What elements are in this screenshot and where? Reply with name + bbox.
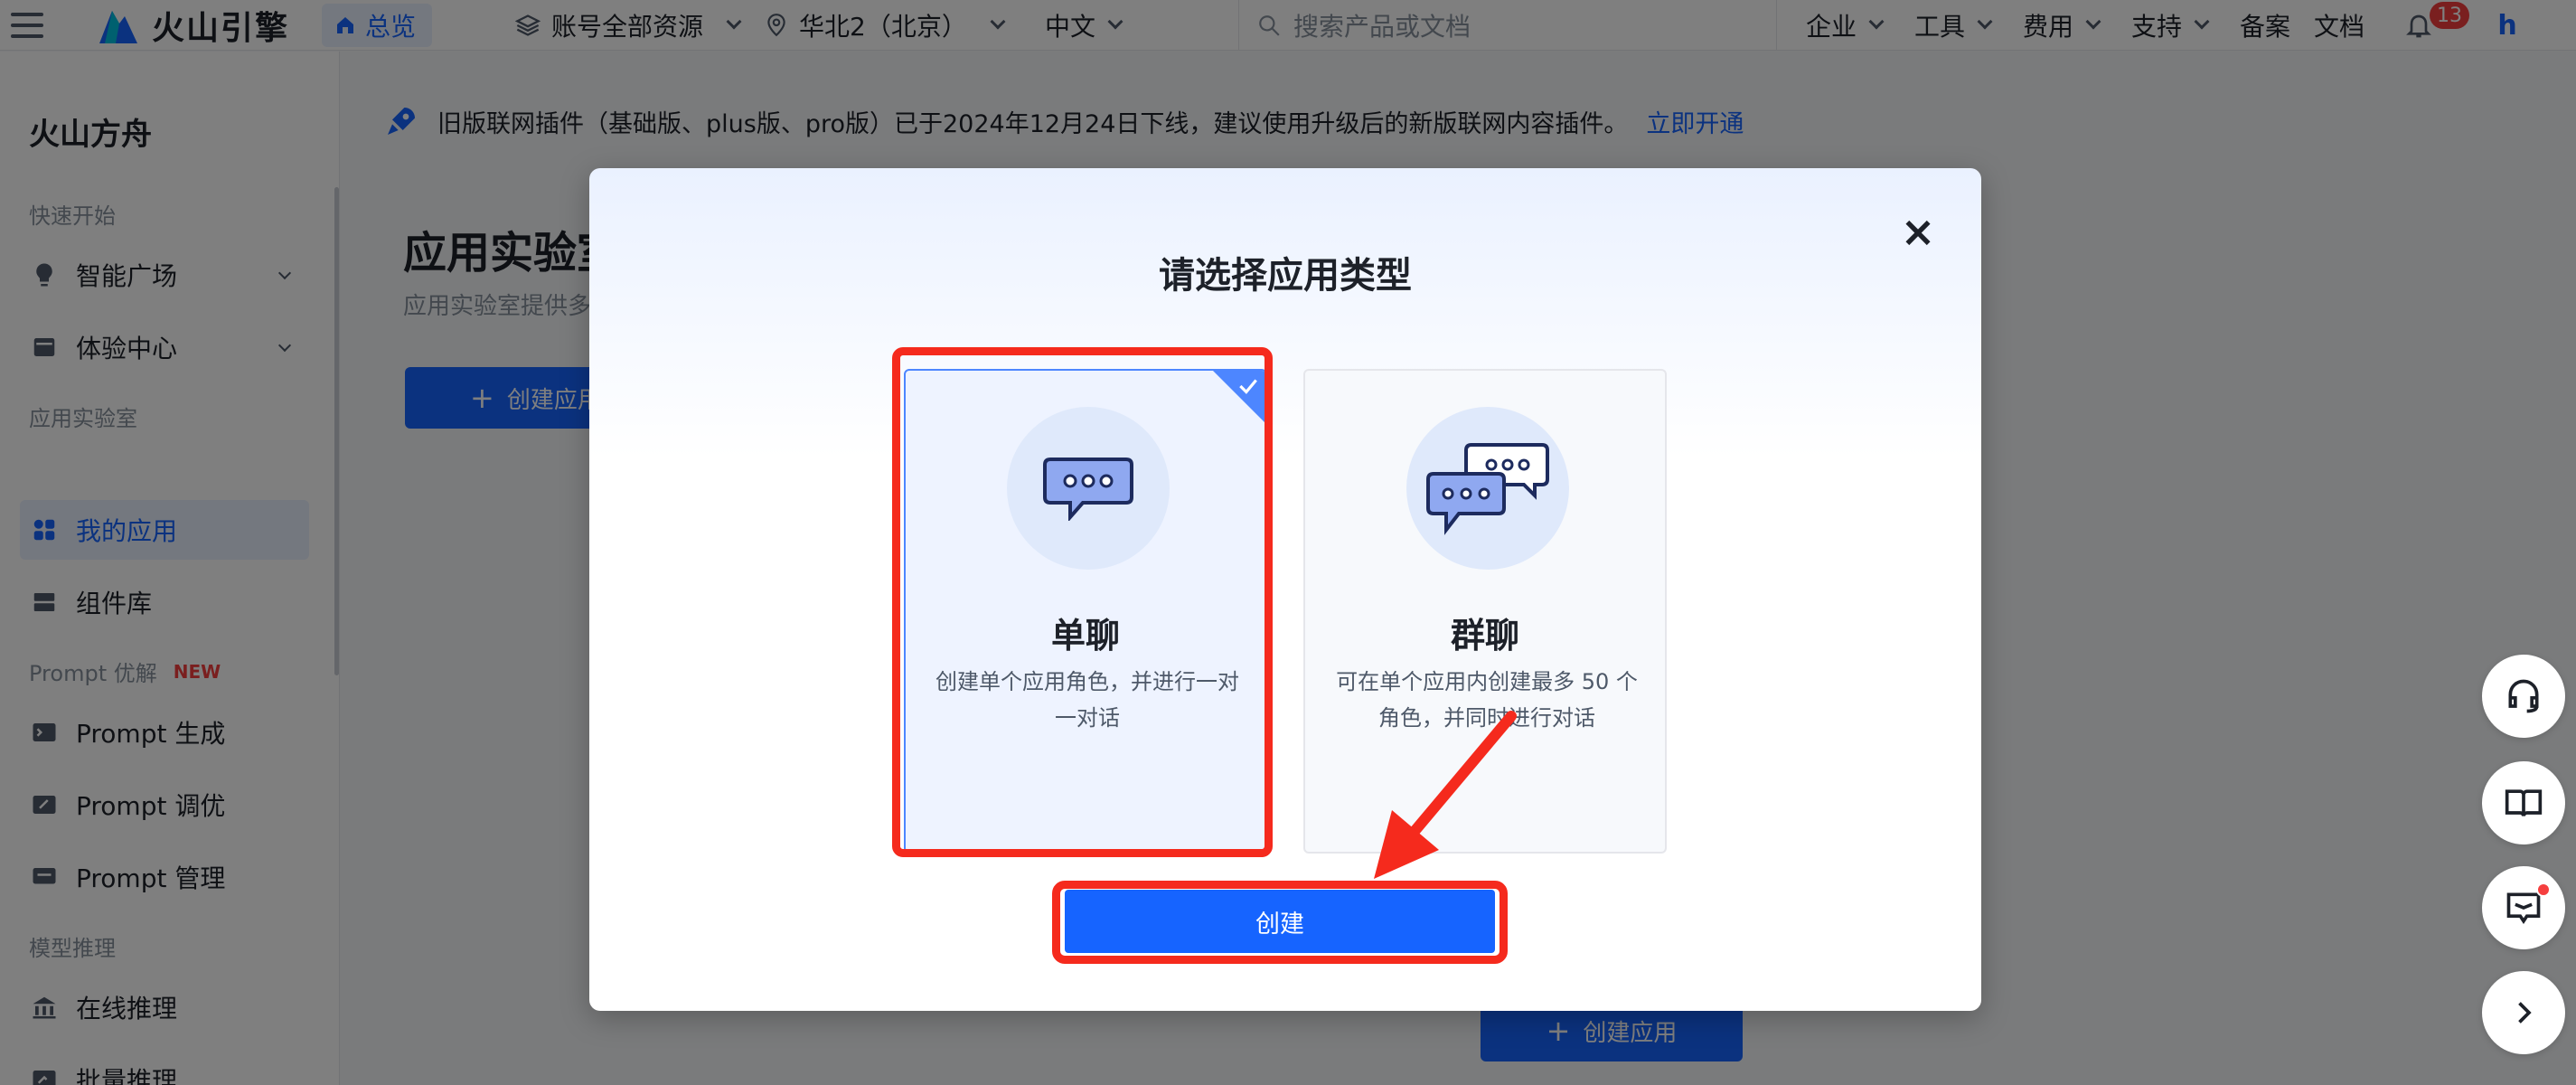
feedback-button[interactable] [2482,866,2565,949]
card-title: 单聊 [1050,616,1120,656]
chevron-right-icon [2518,1002,2532,1024]
book-icon [2505,789,2543,816]
card-description: 可在单个应用内创建最多 50 个角色，并同时进行对话 [1336,669,1638,731]
app-type-modal: × 请选择应用类型 单聊 创建单个应用角色，并进行一对一对话 群聊 可在单个应用… [589,168,1981,1011]
card-description: 创建单个应用角色，并进行一对一对话 [935,669,1239,731]
app-type-card-group-chat[interactable]: 群聊 可在单个应用内创建最多 50 个角色，并同时进行对话 [1303,369,1667,854]
app-type-card-single-chat[interactable]: 单聊 创建单个应用角色，并进行一对一对话 [904,369,1267,854]
customer-service-button[interactable] [2482,655,2565,738]
group-chat-icon-bg [1406,407,1569,570]
chat-bubble-icon [1043,458,1133,521]
expand-button[interactable] [2482,971,2565,1054]
modal-title: 请选择应用类型 [1159,255,1412,297]
docs-button[interactable] [2482,761,2565,844]
checkmark-icon [1239,379,1257,394]
group-chat-bubbles-icon [1426,443,1549,535]
confirm-create-button[interactable]: 创建 [1065,890,1495,953]
unread-dot [2536,882,2551,897]
card-title: 群聊 [1450,616,1519,656]
close-icon[interactable]: × [1900,211,1936,252]
single-chat-icon-bg [1007,407,1170,570]
headset-icon [2508,679,2539,713]
